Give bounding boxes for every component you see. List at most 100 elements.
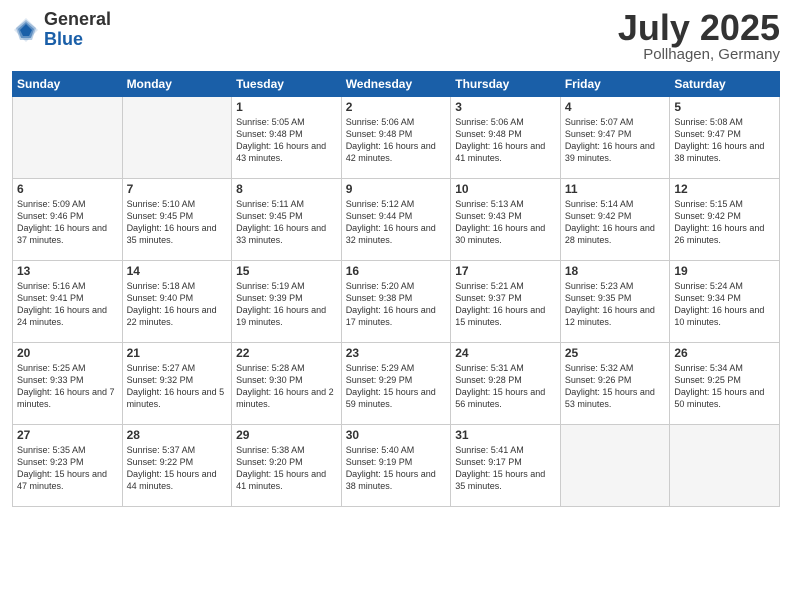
- calendar-day: 20 Sunrise: 5:25 AMSunset: 9:33 PMDayligh…: [13, 343, 123, 425]
- calendar-day: 14 Sunrise: 5:18 AMSunset: 9:40 PMDayligh…: [122, 261, 232, 343]
- day-number: 4: [565, 100, 666, 114]
- logo: General Blue: [12, 10, 111, 50]
- col-tuesday: Tuesday: [232, 72, 342, 97]
- calendar-day: 12 Sunrise: 5:15 AMSunset: 9:42 PMDayligh…: [670, 179, 780, 261]
- calendar-day: [670, 425, 780, 507]
- col-monday: Monday: [122, 72, 232, 97]
- calendar-day: 8 Sunrise: 5:11 AMSunset: 9:45 PMDaylight…: [232, 179, 342, 261]
- day-number: 26: [674, 346, 775, 360]
- calendar-day: 22 Sunrise: 5:28 AMSunset: 9:30 PMDayligh…: [232, 343, 342, 425]
- logo-general: General: [44, 10, 111, 30]
- day-number: 9: [346, 182, 447, 196]
- day-number: 18: [565, 264, 666, 278]
- day-number: 31: [455, 428, 556, 442]
- day-number: 23: [346, 346, 447, 360]
- day-number: 10: [455, 182, 556, 196]
- day-number: 1: [236, 100, 337, 114]
- col-friday: Friday: [560, 72, 670, 97]
- day-number: 5: [674, 100, 775, 114]
- day-number: 30: [346, 428, 447, 442]
- day-info: Sunrise: 5:32 AMSunset: 9:26 PMDaylight:…: [565, 363, 655, 409]
- calendar-day: 29 Sunrise: 5:38 AMSunset: 9:20 PMDayligh…: [232, 425, 342, 507]
- day-info: Sunrise: 5:15 AMSunset: 9:42 PMDaylight:…: [674, 199, 764, 245]
- day-info: Sunrise: 5:23 AMSunset: 9:35 PMDaylight:…: [565, 281, 655, 327]
- calendar-day: 7 Sunrise: 5:10 AMSunset: 9:45 PMDaylight…: [122, 179, 232, 261]
- calendar-day: 31 Sunrise: 5:41 AMSunset: 9:17 PMDayligh…: [451, 425, 561, 507]
- calendar-day: 23Sunrise: 5:29 AMSunset: 9:29 PMDayligh…: [341, 343, 451, 425]
- day-number: 20: [17, 346, 118, 360]
- day-number: 17: [455, 264, 556, 278]
- logo-blue: Blue: [44, 30, 111, 50]
- calendar-day: [122, 97, 232, 179]
- calendar-day: 1 Sunrise: 5:05 AMSunset: 9:48 PMDaylight…: [232, 97, 342, 179]
- day-number: 25: [565, 346, 666, 360]
- day-number: 7: [127, 182, 228, 196]
- day-info: Sunrise: 5:28 AMSunset: 9:30 PMDaylight:…: [236, 363, 334, 409]
- day-info: Sunrise: 5:10 AMSunset: 9:45 PMDaylight:…: [127, 199, 217, 245]
- calendar-day: 9 Sunrise: 5:12 AMSunset: 9:44 PMDaylight…: [341, 179, 451, 261]
- calendar-day: 3Sunrise: 5:06 AMSunset: 9:48 PMDaylight…: [451, 97, 561, 179]
- day-info: Sunrise: 5:05 AMSunset: 9:48 PMDaylight:…: [236, 117, 326, 163]
- calendar-day: 18 Sunrise: 5:23 AMSunset: 9:35 PMDayligh…: [560, 261, 670, 343]
- day-info: Sunrise: 5:12 AMSunset: 9:44 PMDaylight:…: [346, 199, 436, 245]
- calendar-day: 4 Sunrise: 5:07 AMSunset: 9:47 PMDaylight…: [560, 97, 670, 179]
- calendar-day: 24Sunrise: 5:31 AMSunset: 9:28 PMDayligh…: [451, 343, 561, 425]
- title-block: July 2025 Pollhagen, Germany: [618, 10, 780, 63]
- day-info: Sunrise: 5:13 AMSunset: 9:43 PMDaylight:…: [455, 199, 545, 245]
- logo-icon: [12, 16, 40, 44]
- day-info: Sunrise: 5:20 AMSunset: 9:38 PMDaylight:…: [346, 281, 436, 327]
- day-number: 14: [127, 264, 228, 278]
- day-number: 12: [674, 182, 775, 196]
- header-row: Sunday Monday Tuesday Wednesday Thursday…: [13, 72, 780, 97]
- calendar-day: 2Sunrise: 5:06 AMSunset: 9:48 PMDaylight…: [341, 97, 451, 179]
- col-thursday: Thursday: [451, 72, 561, 97]
- day-number: 22: [236, 346, 337, 360]
- day-number: 19: [674, 264, 775, 278]
- day-info: Sunrise: 5:41 AMSunset: 9:17 PMDaylight:…: [455, 445, 545, 491]
- day-number: 11: [565, 182, 666, 196]
- day-info: Sunrise: 5:38 AMSunset: 9:20 PMDaylight:…: [236, 445, 326, 491]
- day-number: 28: [127, 428, 228, 442]
- calendar-week-1: 1 Sunrise: 5:05 AMSunset: 9:48 PMDaylight…: [13, 97, 780, 179]
- calendar-day: 6Sunrise: 5:09 AMSunset: 9:46 PMDaylight…: [13, 179, 123, 261]
- logo-text: General Blue: [44, 10, 111, 50]
- day-info: Sunrise: 5:07 AMSunset: 9:47 PMDaylight:…: [565, 117, 655, 163]
- day-info: Sunrise: 5:09 AMSunset: 9:46 PMDaylight:…: [17, 199, 107, 245]
- calendar-week-3: 13 Sunrise: 5:16 AMSunset: 9:41 PMDayligh…: [13, 261, 780, 343]
- calendar-day: 15 Sunrise: 5:19 AMSunset: 9:39 PMDayligh…: [232, 261, 342, 343]
- day-info: Sunrise: 5:21 AMSunset: 9:37 PMDaylight:…: [455, 281, 545, 327]
- day-info: Sunrise: 5:25 AMSunset: 9:33 PMDaylight:…: [17, 363, 115, 409]
- day-number: 8: [236, 182, 337, 196]
- calendar-day: 5Sunrise: 5:08 AMSunset: 9:47 PMDaylight…: [670, 97, 780, 179]
- header: General Blue July 2025 Pollhagen, German…: [12, 10, 780, 63]
- calendar-day: 21 Sunrise: 5:27 AMSunset: 9:32 PMDayligh…: [122, 343, 232, 425]
- day-info: Sunrise: 5:27 AMSunset: 9:32 PMDaylight:…: [127, 363, 225, 409]
- calendar-day: 25 Sunrise: 5:32 AMSunset: 9:26 PMDayligh…: [560, 343, 670, 425]
- day-number: 15: [236, 264, 337, 278]
- calendar-day: 30Sunrise: 5:40 AMSunset: 9:19 PMDayligh…: [341, 425, 451, 507]
- calendar-day: 11Sunrise: 5:14 AMSunset: 9:42 PMDayligh…: [560, 179, 670, 261]
- location-subtitle: Pollhagen, Germany: [618, 46, 780, 63]
- day-number: 29: [236, 428, 337, 442]
- calendar-table: Sunday Monday Tuesday Wednesday Thursday…: [12, 71, 780, 507]
- col-sunday: Sunday: [13, 72, 123, 97]
- calendar-day: 16Sunrise: 5:20 AMSunset: 9:38 PMDayligh…: [341, 261, 451, 343]
- day-info: Sunrise: 5:35 AMSunset: 9:23 PMDaylight:…: [17, 445, 107, 491]
- calendar-day: 27 Sunrise: 5:35 AMSunset: 9:23 PMDayligh…: [13, 425, 123, 507]
- day-number: 27: [17, 428, 118, 442]
- day-info: Sunrise: 5:34 AMSunset: 9:25 PMDaylight:…: [674, 363, 764, 409]
- calendar-day: 26 Sunrise: 5:34 AMSunset: 9:25 PMDayligh…: [670, 343, 780, 425]
- month-title: July 2025: [618, 10, 780, 46]
- day-info: Sunrise: 5:19 AMSunset: 9:39 PMDaylight:…: [236, 281, 326, 327]
- day-info: Sunrise: 5:24 AMSunset: 9:34 PMDaylight:…: [674, 281, 764, 327]
- day-info: Sunrise: 5:18 AMSunset: 9:40 PMDaylight:…: [127, 281, 217, 327]
- col-saturday: Saturday: [670, 72, 780, 97]
- day-info: Sunrise: 5:16 AMSunset: 9:41 PMDaylight:…: [17, 281, 107, 327]
- calendar-week-5: 27 Sunrise: 5:35 AMSunset: 9:23 PMDayligh…: [13, 425, 780, 507]
- calendar-day: [560, 425, 670, 507]
- day-number: 21: [127, 346, 228, 360]
- day-number: 13: [17, 264, 118, 278]
- day-info: Sunrise: 5:11 AMSunset: 9:45 PMDaylight:…: [236, 199, 326, 245]
- calendar-week-4: 20 Sunrise: 5:25 AMSunset: 9:33 PMDayligh…: [13, 343, 780, 425]
- calendar-day: 17 Sunrise: 5:21 AMSunset: 9:37 PMDayligh…: [451, 261, 561, 343]
